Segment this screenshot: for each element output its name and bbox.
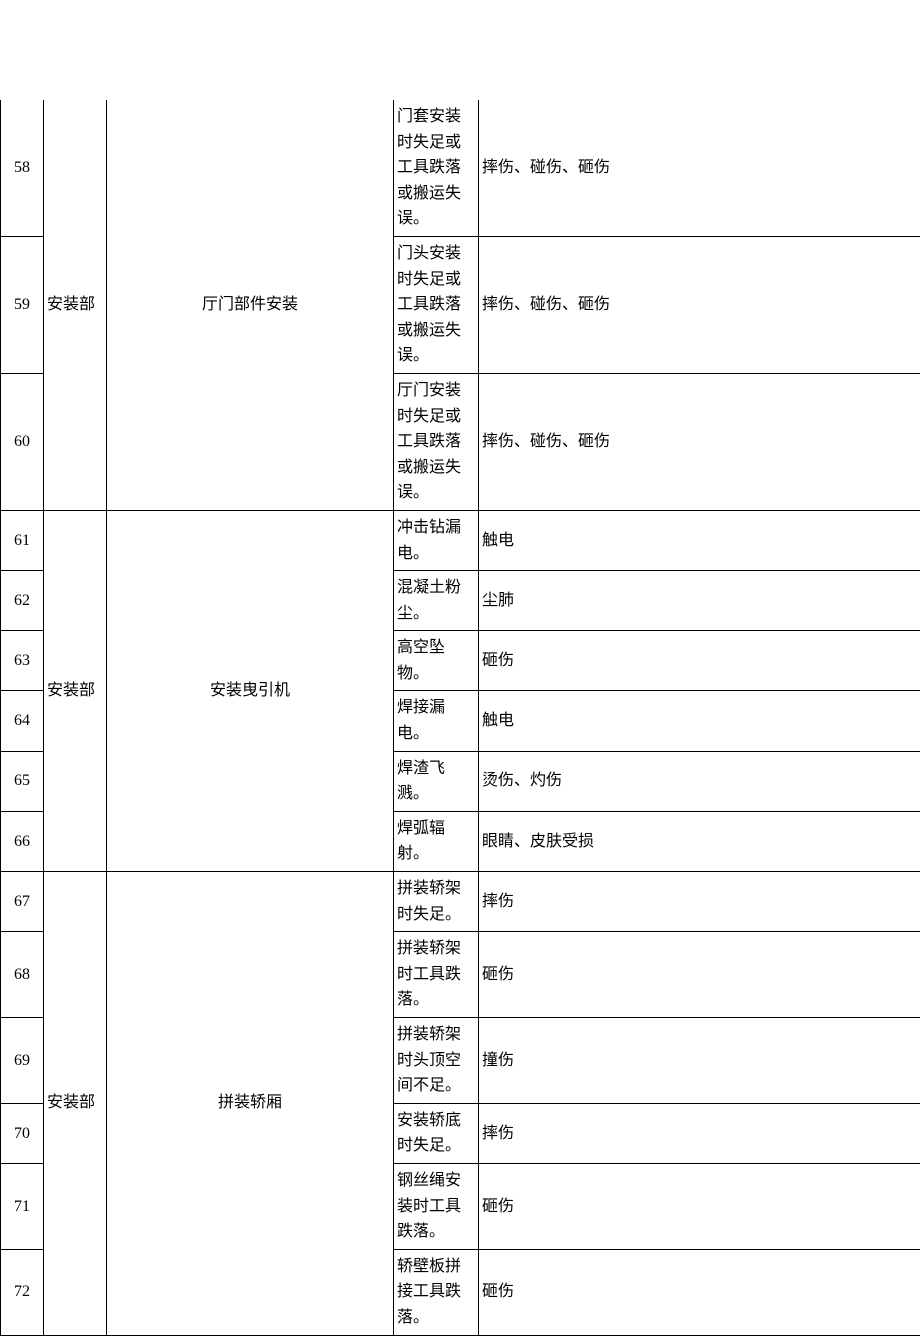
cause-cell: 高空坠物。	[394, 631, 479, 691]
row-number: 72	[1, 1249, 44, 1335]
row-number: 64	[1, 691, 44, 751]
row-number: 66	[1, 811, 44, 871]
cause-cell: 门套安装时失足或工具跌落或搬运失误。	[394, 100, 479, 236]
cause-cell: 焊弧辐射。	[394, 811, 479, 871]
task-cell: 厅门部件安装	[107, 100, 394, 510]
row-number: 60	[1, 373, 44, 510]
harm-cell: 触电	[479, 510, 920, 570]
harm-cell: 砸伤	[479, 932, 920, 1018]
harm-cell: 摔伤、碰伤、砸伤	[479, 236, 920, 373]
cause-cell: 拼装轿架时工具跌落。	[394, 932, 479, 1018]
harm-cell: 触电	[479, 691, 920, 751]
cause-cell: 混凝土粉尘。	[394, 571, 479, 631]
row-number: 71	[1, 1163, 44, 1249]
harm-cell: 砸伤	[479, 1249, 920, 1335]
table-row: 58安装部厅门部件安装门套安装时失足或工具跌落或搬运失误。摔伤、碰伤、砸伤	[1, 100, 920, 236]
hazard-table: 58安装部厅门部件安装门套安装时失足或工具跌落或搬运失误。摔伤、碰伤、砸伤59门…	[0, 100, 920, 1336]
cause-cell: 冲击钻漏电。	[394, 510, 479, 570]
harm-cell: 摔伤、碰伤、砸伤	[479, 373, 920, 510]
cause-cell: 厅门安装时失足或工具跌落或搬运失误。	[394, 373, 479, 510]
harm-cell: 烫伤、灼伤	[479, 751, 920, 811]
harm-cell: 眼睛、皮肤受损	[479, 811, 920, 871]
row-number: 58	[1, 100, 44, 236]
row-number: 61	[1, 510, 44, 570]
dept-cell: 安装部	[44, 872, 107, 1336]
cause-cell: 门头安装时失足或工具跌落或搬运失误。	[394, 236, 479, 373]
harm-cell: 摔伤、碰伤、砸伤	[479, 100, 920, 236]
cause-cell: 拼装轿架时失足。	[394, 872, 479, 932]
cause-cell: 安装轿底时失足。	[394, 1103, 479, 1163]
harm-cell: 砸伤	[479, 1163, 920, 1249]
cause-cell: 轿壁板拼接工具跌落。	[394, 1249, 479, 1335]
cause-cell: 拼装轿架时头顶空间不足。	[394, 1018, 479, 1104]
dept-cell: 安装部	[44, 510, 107, 871]
cause-cell: 钢丝绳安装时工具跌落。	[394, 1163, 479, 1249]
row-number: 70	[1, 1103, 44, 1163]
cause-cell: 焊渣飞溅。	[394, 751, 479, 811]
table-row: 61安装部安装曳引机冲击钻漏电。触电	[1, 510, 920, 570]
row-number: 59	[1, 236, 44, 373]
row-number: 62	[1, 571, 44, 631]
harm-cell: 撞伤	[479, 1018, 920, 1104]
harm-cell: 砸伤	[479, 631, 920, 691]
task-cell: 安装曳引机	[107, 510, 394, 871]
harm-cell: 摔伤	[479, 872, 920, 932]
row-number: 63	[1, 631, 44, 691]
dept-cell: 安装部	[44, 100, 107, 510]
table-row: 67安装部拼装轿厢拼装轿架时失足。摔伤	[1, 872, 920, 932]
harm-cell: 尘肺	[479, 571, 920, 631]
cause-cell: 焊接漏电。	[394, 691, 479, 751]
task-cell: 拼装轿厢	[107, 872, 394, 1336]
row-number: 69	[1, 1018, 44, 1104]
row-number: 68	[1, 932, 44, 1018]
row-number: 65	[1, 751, 44, 811]
row-number: 67	[1, 872, 44, 932]
harm-cell: 摔伤	[479, 1103, 920, 1163]
